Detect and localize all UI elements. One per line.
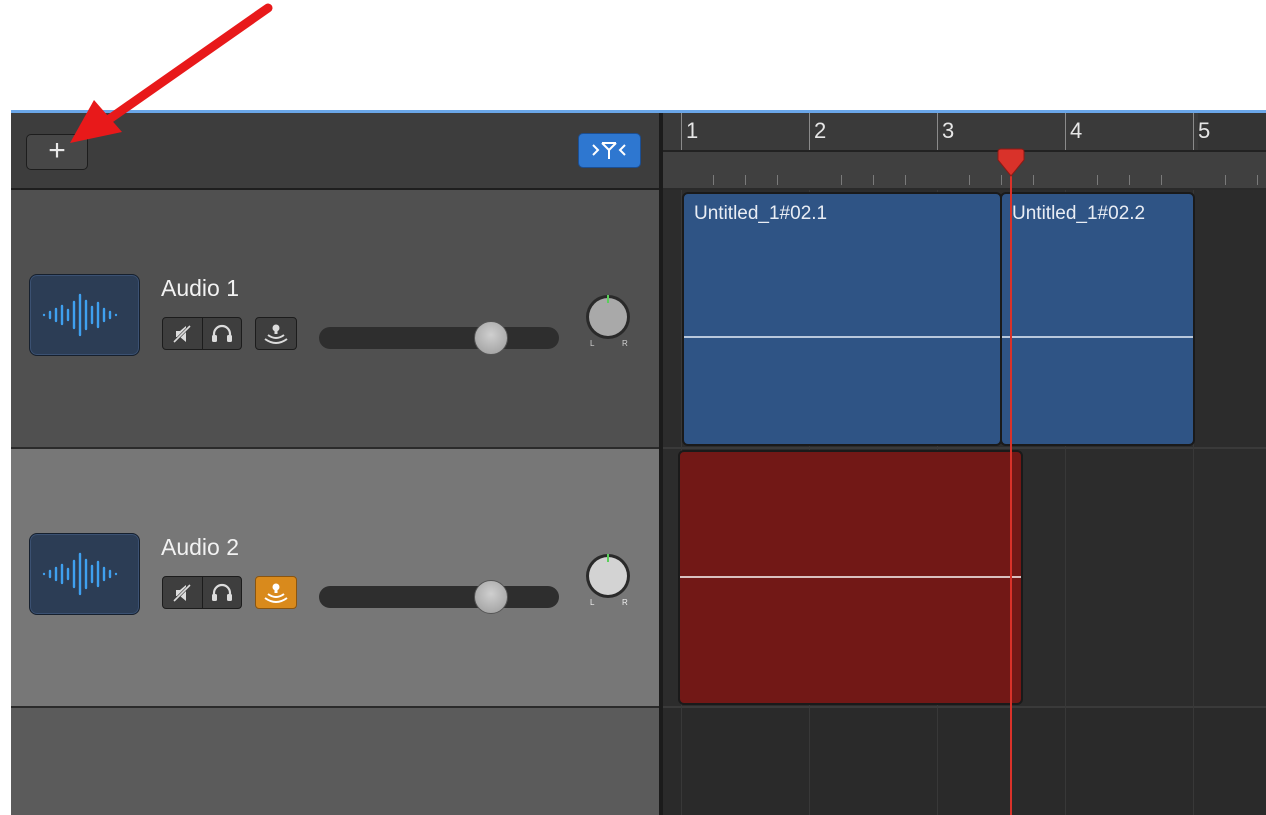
headphones-icon[interactable] bbox=[207, 581, 237, 605]
input-monitor-button[interactable] bbox=[255, 317, 297, 350]
beat-tick bbox=[1161, 175, 1162, 185]
volume-slider[interactable] bbox=[319, 327, 559, 349]
playhead-handle-icon[interactable] bbox=[996, 148, 1026, 178]
bar-tick bbox=[681, 113, 682, 150]
divider bbox=[202, 577, 203, 608]
beat-tick bbox=[713, 175, 714, 185]
volume-slider-handle[interactable] bbox=[474, 321, 508, 355]
waveform-icon bbox=[42, 293, 118, 337]
audio-region[interactable]: Untitled_1#02.1 bbox=[682, 192, 1002, 446]
timeline-ruler[interactable]: 1 2 3 4 5 bbox=[663, 113, 1266, 188]
track-name[interactable]: Audio 2 bbox=[161, 534, 239, 561]
beat-tick bbox=[1225, 175, 1226, 185]
headphones-icon[interactable] bbox=[207, 322, 237, 346]
track-filter-button[interactable] bbox=[578, 133, 641, 168]
bar-number: 2 bbox=[814, 118, 827, 143]
mute-solo-group bbox=[162, 317, 242, 350]
cycle-area[interactable] bbox=[663, 113, 1198, 150]
bar-tick bbox=[1065, 113, 1066, 150]
lane-divider bbox=[663, 706, 1266, 708]
beat-tick bbox=[1257, 175, 1258, 185]
beat-tick bbox=[745, 175, 746, 185]
divider bbox=[202, 318, 203, 349]
recorded-region[interactable] bbox=[678, 450, 1023, 705]
track-icon[interactable] bbox=[29, 533, 140, 615]
region-waveform-line bbox=[684, 336, 1000, 338]
track-filter-icon bbox=[592, 142, 626, 159]
bar-number: 3 bbox=[942, 118, 955, 143]
bar-tick bbox=[809, 113, 810, 150]
region-label: Untitled_1#02.1 bbox=[694, 203, 828, 224]
pan-right-label: R bbox=[622, 339, 628, 348]
bar-number: 4 bbox=[1070, 118, 1083, 143]
track-header-audio-1[interactable]: Audio 1 L R bbox=[11, 190, 659, 449]
beat-tick bbox=[1033, 175, 1034, 185]
bar-tick bbox=[1193, 113, 1194, 150]
audio-region[interactable]: Untitled_1#02.2 bbox=[1000, 192, 1195, 446]
region-waveform-line bbox=[1002, 336, 1193, 338]
top-margin bbox=[0, 0, 1266, 110]
mute-icon[interactable] bbox=[168, 581, 198, 605]
input-monitor-icon bbox=[264, 324, 288, 344]
garageband-window: + Audio 1 L R Audio 2 L R 1 2 3 4 5 Unti… bbox=[11, 110, 1266, 815]
waveform-icon bbox=[42, 552, 118, 596]
tracks-header: + bbox=[11, 113, 659, 190]
input-monitor-icon bbox=[264, 583, 288, 603]
beat-tick bbox=[873, 175, 874, 185]
pan-knob[interactable]: L R bbox=[581, 293, 636, 348]
beat-tick bbox=[1129, 175, 1130, 185]
mute-icon[interactable] bbox=[168, 322, 198, 346]
pan-left-label: L bbox=[590, 339, 595, 348]
region-label: Untitled_1#02.2 bbox=[1012, 203, 1146, 224]
beat-tick bbox=[841, 175, 842, 185]
bar-number: 5 bbox=[1198, 118, 1211, 143]
pan-right-label: R bbox=[622, 598, 628, 607]
volume-slider-handle[interactable] bbox=[474, 580, 508, 614]
empty-track-area[interactable] bbox=[11, 708, 659, 815]
track-icon[interactable] bbox=[29, 274, 140, 356]
playhead-line[interactable] bbox=[1010, 150, 1012, 815]
track-header-audio-2[interactable]: Audio 2 L R bbox=[11, 449, 659, 708]
bar-number: 1 bbox=[686, 118, 699, 143]
volume-slider[interactable] bbox=[319, 586, 559, 608]
pan-left-label: L bbox=[590, 598, 595, 607]
region-waveform-line bbox=[680, 576, 1021, 578]
beat-ruler[interactable] bbox=[663, 152, 1266, 188]
add-track-button[interactable]: + bbox=[26, 134, 88, 170]
pan-knob[interactable]: L R bbox=[581, 552, 636, 607]
beat-tick bbox=[1097, 175, 1098, 185]
mute-solo-group bbox=[162, 576, 242, 609]
beat-tick bbox=[969, 175, 970, 185]
track-name[interactable]: Audio 1 bbox=[161, 275, 239, 302]
input-monitor-button[interactable] bbox=[255, 576, 297, 609]
beat-tick bbox=[777, 175, 778, 185]
bar-tick bbox=[937, 113, 938, 150]
beat-tick bbox=[905, 175, 906, 185]
